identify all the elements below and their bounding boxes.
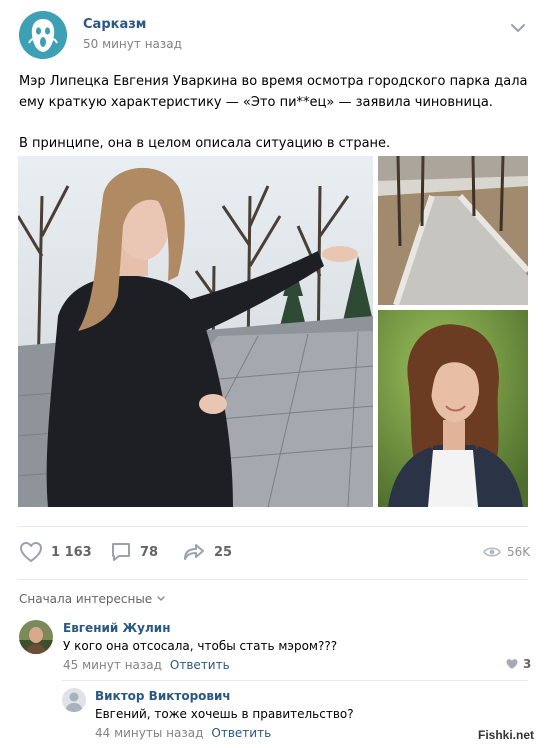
comment-count: 78 bbox=[140, 544, 159, 560]
post-text: Мэр Липецка Евгения Уваркина во время ос… bbox=[19, 71, 529, 154]
like-button[interactable]: 1 163 bbox=[19, 535, 92, 569]
comments-sort-label: Сначала интересные bbox=[19, 592, 153, 606]
group-avatar[interactable] bbox=[19, 11, 67, 59]
watermark-text: Fishki.net bbox=[478, 728, 535, 742]
share-count: 25 bbox=[214, 544, 233, 560]
comment-meta: 44 минуты назад Ответить bbox=[95, 726, 271, 740]
avatar[interactable] bbox=[19, 620, 53, 654]
like-count: 1 163 bbox=[51, 544, 92, 560]
post-menu-chevron-icon[interactable] bbox=[509, 20, 527, 34]
heart-filled-icon bbox=[506, 659, 518, 669]
heart-icon bbox=[20, 542, 42, 562]
reply-button[interactable]: Ответить bbox=[211, 726, 271, 740]
eye-icon bbox=[483, 547, 501, 557]
post-actions: 1 163 78 25 56K bbox=[0, 535, 546, 569]
comment-text: У кого она отсосала, чтобы стать мэром??… bbox=[63, 639, 338, 653]
share-button[interactable]: 25 bbox=[182, 535, 232, 569]
divider bbox=[18, 526, 528, 527]
post-timestamp[interactable]: 50 минут назад bbox=[83, 37, 182, 51]
post-photo-portrait[interactable] bbox=[378, 310, 528, 507]
divider bbox=[18, 579, 528, 580]
post-text-paragraph: В принципе, она в целом описала ситуацию… bbox=[19, 136, 391, 151]
chevron-down-icon bbox=[157, 596, 165, 602]
divider bbox=[62, 680, 528, 681]
comment-meta: 45 минут назад Ответить bbox=[63, 658, 230, 672]
comments-sort-dropdown[interactable]: Сначала интересные bbox=[19, 592, 166, 606]
group-name-link[interactable]: Сарказм bbox=[83, 17, 146, 32]
comment-icon bbox=[112, 543, 130, 561]
comment-timestamp[interactable]: 44 минуты назад bbox=[95, 726, 203, 740]
avatar[interactable] bbox=[62, 688, 86, 712]
comment-timestamp[interactable]: 45 минут назад bbox=[63, 658, 162, 672]
post-text-paragraph: Мэр Липецка Евгения Уваркина во время ос… bbox=[19, 74, 528, 110]
post-header: Сарказм 50 минут назад bbox=[0, 0, 546, 70]
comment-author-link[interactable]: Виктор Викторович bbox=[95, 689, 231, 703]
comment-text: Евгений, тоже хочешь в правительство? bbox=[95, 707, 354, 721]
reply-button[interactable]: Ответить bbox=[170, 658, 230, 672]
comment-author-link[interactable]: Евгений Жулин bbox=[63, 621, 170, 635]
views-counter: 56K bbox=[483, 535, 530, 569]
scream-face-icon bbox=[19, 11, 67, 59]
comment-like-count: 3 bbox=[523, 657, 532, 671]
share-icon bbox=[184, 544, 204, 560]
post-photo-main[interactable] bbox=[18, 156, 373, 507]
views-count: 56K bbox=[507, 545, 531, 559]
comment-button[interactable]: 78 bbox=[110, 535, 158, 569]
comment-like-button[interactable]: 3 bbox=[505, 657, 531, 671]
post-photo-park-path[interactable] bbox=[378, 156, 528, 305]
